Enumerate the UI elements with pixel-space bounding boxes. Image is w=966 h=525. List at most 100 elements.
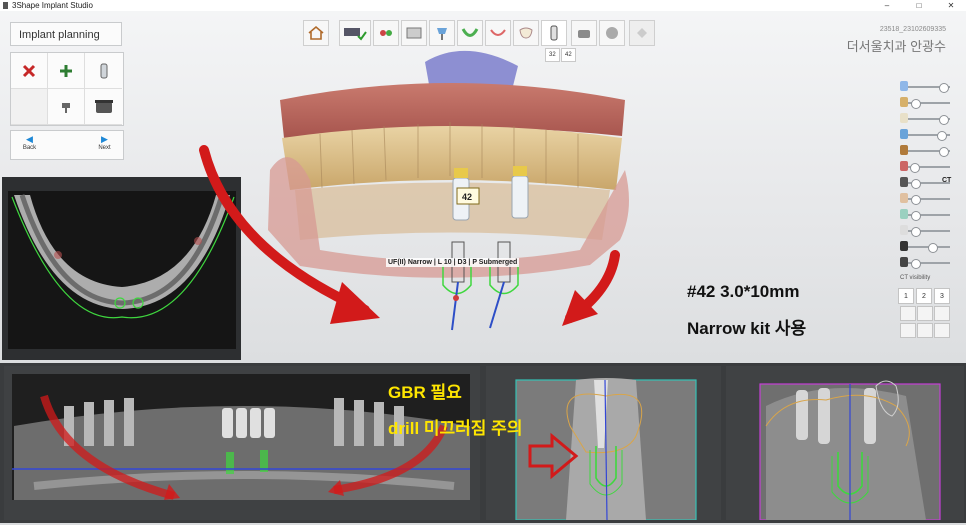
slider-knob[interactable]	[938, 83, 949, 93]
add-implant-button[interactable]	[48, 53, 85, 89]
patient-id: 23518_23102609335	[879, 26, 946, 33]
arrow-left-icon: ◀	[26, 134, 33, 144]
layer-icon	[900, 113, 908, 123]
implant-icon	[100, 63, 107, 78]
implant-tool-button[interactable]	[85, 53, 122, 89]
view-button-2[interactable]: 2	[916, 288, 932, 304]
step-finish-button[interactable]	[629, 20, 655, 46]
implant-icon	[550, 25, 558, 41]
step-implant-button[interactable]	[541, 20, 567, 46]
back-label: Back	[22, 145, 37, 151]
visibility-slider-row[interactable]	[878, 208, 956, 222]
abutment-tool-button[interactable]	[48, 89, 85, 125]
layer-icon	[900, 81, 908, 91]
tooth-chip-42[interactable]: 42	[561, 48, 576, 62]
visibility-slider-row[interactable]	[878, 96, 956, 110]
slider-knob[interactable]	[928, 243, 939, 253]
patient-name: 더서울치과 안광수	[846, 39, 946, 54]
visibility-slider-row[interactable]	[878, 128, 956, 142]
implant-planning-title: Implant planning	[10, 22, 122, 46]
sleeve-tool-button[interactable]	[85, 89, 122, 125]
implant-spec-note: #42 3.0*10mm	[687, 282, 800, 301]
gbr-note: GBR 필요	[388, 383, 462, 402]
window-title: 3Shape Implant Studio	[12, 1, 93, 10]
crown-icon	[490, 29, 506, 36]
step-tools-button[interactable]	[373, 20, 399, 46]
step-crown-button[interactable]	[485, 20, 511, 46]
next-button[interactable]: ▶ Next	[86, 131, 123, 159]
slider-knob[interactable]	[911, 211, 922, 221]
home-button[interactable]	[303, 20, 329, 46]
step-tooth-button[interactable]	[513, 20, 539, 46]
slider-knob[interactable]	[911, 259, 922, 269]
view-preset-2[interactable]	[917, 306, 933, 321]
sleeve-icon	[578, 30, 590, 38]
maximize-button[interactable]: □	[908, 0, 930, 11]
scan-check-icon	[344, 28, 367, 41]
view-preset-1[interactable]	[900, 306, 916, 321]
close-button[interactable]: ✕	[940, 0, 962, 11]
layer-icon	[900, 241, 908, 251]
visibility-slider-row[interactable]	[878, 192, 956, 206]
finish-icon	[637, 28, 647, 38]
tool-palette	[10, 52, 124, 126]
view-button-3[interactable]: 3	[934, 288, 950, 304]
step-panel-button[interactable]	[401, 20, 427, 46]
slider-knob[interactable]	[909, 163, 920, 173]
visibility-slider-row[interactable]	[878, 240, 956, 254]
step-arch-button[interactable]	[457, 20, 483, 46]
view-preset-6[interactable]	[934, 323, 950, 338]
view-button-1[interactable]: 1	[898, 288, 914, 304]
abutment-icon	[62, 102, 70, 113]
visibility-slider-row[interactable]	[878, 256, 956, 270]
visibility-slider-row[interactable]	[878, 144, 956, 158]
back-button[interactable]: ◀ Back	[11, 131, 48, 159]
step-tooth-implant-button[interactable]	[429, 20, 455, 46]
tooth-chip-32[interactable]: 32	[545, 48, 560, 62]
view-preset-5[interactable]	[917, 323, 933, 338]
empty-tool-slot	[11, 89, 48, 125]
delete-implant-button[interactable]	[11, 53, 48, 89]
slider-knob[interactable]	[911, 195, 922, 205]
tooth-icon	[519, 27, 533, 39]
slider-knob[interactable]	[936, 131, 947, 141]
visibility-sliders: CT	[878, 80, 958, 290]
cross-section-image-1	[515, 378, 697, 521]
step-scan-button[interactable]	[339, 20, 371, 46]
add-plus-icon	[60, 64, 72, 77]
layer-icon	[900, 145, 908, 155]
step-guide-button[interactable]	[599, 20, 625, 46]
step-sleeve-button[interactable]	[571, 20, 597, 46]
cross-section-view-1[interactable]	[486, 366, 721, 521]
visibility-slider-row[interactable]	[878, 112, 956, 126]
slider-knob[interactable]	[911, 99, 922, 109]
slider-knob[interactable]	[938, 115, 949, 125]
visibility-slider-row[interactable]	[878, 224, 956, 238]
visibility-slider-row[interactable]: CT	[878, 176, 956, 190]
layer-icon	[900, 161, 908, 171]
workflow-toolbar	[303, 20, 667, 46]
delete-x-icon	[22, 64, 36, 77]
layer-icon	[900, 225, 908, 235]
layer-icon	[900, 257, 908, 267]
app-icon	[3, 2, 8, 9]
visibility-slider-row[interactable]	[878, 80, 956, 94]
view-preset-4[interactable]	[900, 323, 916, 338]
visibility-slider-row[interactable]	[878, 160, 956, 174]
guide-icon	[606, 27, 618, 39]
view-preset-3[interactable]	[934, 306, 950, 321]
layer-icon	[900, 209, 908, 219]
slider-knob[interactable]	[911, 179, 922, 189]
layer-icon	[900, 177, 908, 187]
home-icon	[308, 25, 324, 40]
cross-section-image-2	[759, 380, 941, 521]
slider-knob[interactable]	[911, 227, 922, 237]
drill-note: drill 미끄러짐 주의	[388, 419, 523, 438]
minimize-button[interactable]: –	[876, 0, 898, 11]
sleeve-icon	[94, 99, 113, 113]
cross-section-view-2[interactable]	[726, 366, 964, 521]
tooth-implant-icon	[437, 28, 447, 40]
slider-knob[interactable]	[938, 147, 949, 157]
layer-icon	[900, 193, 908, 203]
annotation-arrows	[199, 145, 620, 326]
